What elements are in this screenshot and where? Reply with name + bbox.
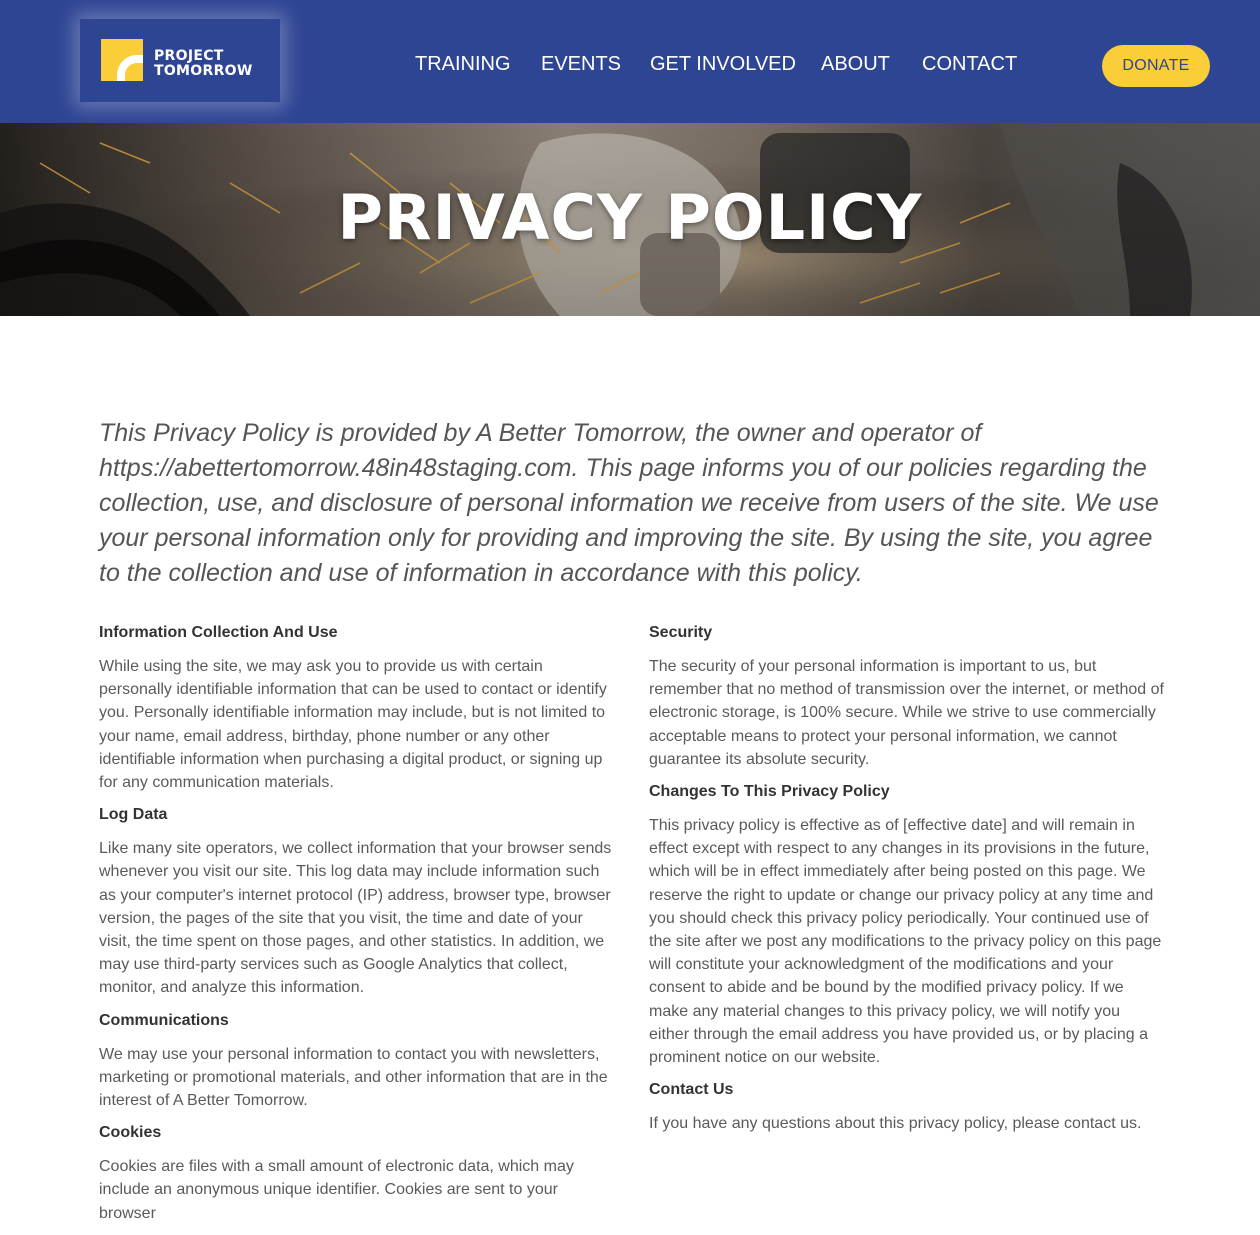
logo-text: PROJECT TOMORROW <box>154 49 253 79</box>
section-heading: Communications <box>99 1011 229 1029</box>
site-header: PROJECT TOMORROW TRAINING EVENTS GET INV… <box>0 0 1260 123</box>
policy-column-left: Information Collection And Use While usi… <box>99 622 614 1235</box>
section-security: Security The security of your personal i… <box>649 622 1164 771</box>
section-body: This privacy policy is effective as of [… <box>649 817 1162 1067</box>
section-heading: Changes To This Privacy Policy <box>649 783 890 801</box>
nav-training[interactable]: TRAINING <box>415 51 511 77</box>
intro-paragraph: This Privacy Policy is provided by A Bet… <box>99 419 1159 587</box>
nav-events[interactable]: EVENTS <box>541 51 621 77</box>
section-information-collection: Information Collection And Use While usi… <box>99 622 614 794</box>
logo-line-1: PROJECT <box>154 48 224 64</box>
logo[interactable]: PROJECT TOMORROW <box>80 19 280 102</box>
hero-banner: PRIVACY POLICY <box>0 123 1260 316</box>
section-body: Like many site operators, we collect inf… <box>99 840 612 997</box>
section-heading: Security <box>649 624 713 641</box>
policy-column-right: Security The security of your personal i… <box>649 622 1164 1145</box>
section-heading: Information Collection And Use <box>99 624 338 641</box>
section-heading: Contact Us <box>649 1081 734 1099</box>
section-body: While using the site, we may ask you to … <box>99 658 607 792</box>
nav-contact[interactable]: CONTACT <box>922 51 1017 77</box>
nav-get-involved[interactable]: GET INVOLVED <box>650 51 796 77</box>
section-log-data: Log Data Like many site operators, we co… <box>99 804 614 999</box>
logo-mark-icon <box>101 39 143 81</box>
logo-line-2: TOMORROW <box>154 63 253 79</box>
section-cookies: Cookies Cookies are files with a small a… <box>99 1122 614 1225</box>
section-body: We may use your personal information to … <box>99 1045 608 1110</box>
section-changes: Changes To This Privacy Policy This priv… <box>649 781 1164 1069</box>
nav-about[interactable]: ABOUT <box>821 51 890 77</box>
section-contact-us: Contact Us If you have any questions abo… <box>649 1079 1164 1135</box>
section-body: Cookies are files with a small amount of… <box>99 1158 574 1222</box>
section-communications: Communications We may use your personal … <box>99 1010 614 1113</box>
section-heading: Cookies <box>99 1124 162 1142</box>
page-title: PRIVACY POLICY <box>337 181 923 254</box>
section-body: If you have any questions about this pri… <box>649 1115 1142 1133</box>
donate-button[interactable]: DONATE <box>1102 45 1210 87</box>
section-body: The security of your personal informatio… <box>649 658 1164 768</box>
section-heading: Log Data <box>99 806 168 824</box>
